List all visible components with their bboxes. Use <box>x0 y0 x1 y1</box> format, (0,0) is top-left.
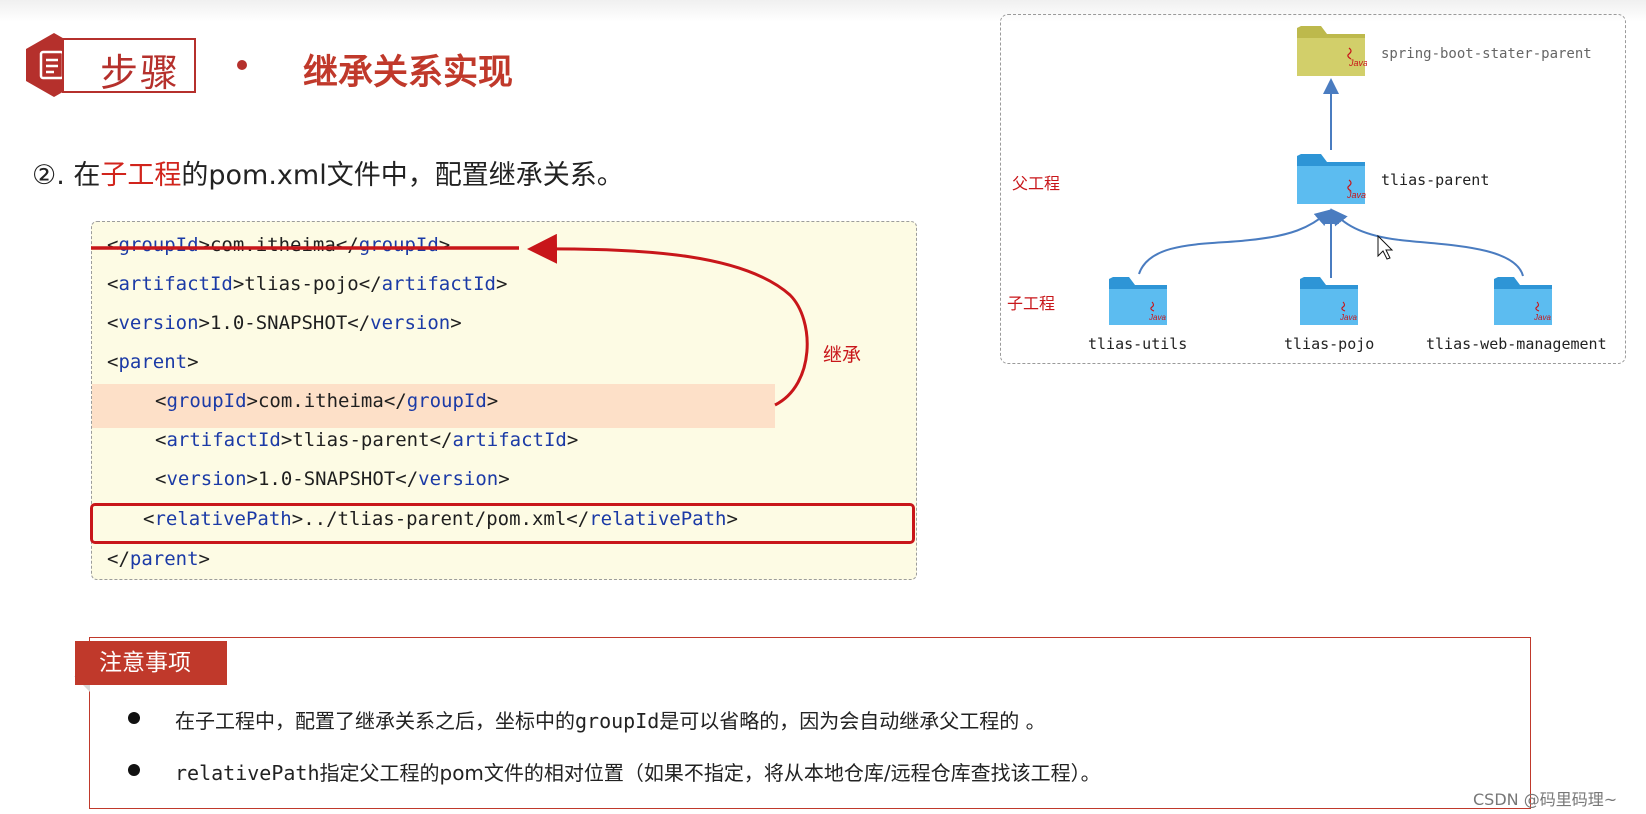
code-line: </parent> <box>107 548 210 570</box>
watermark: CSDN @码里码理~ <box>1473 790 1618 809</box>
note-item-1: 在子工程中，配置了继承关系之后，坐标中的groupId是可以省略的，因为会自动继… <box>175 705 1046 734</box>
child-folder-icon: Java <box>1109 277 1167 325</box>
code-line: <version>1.0-SNAPSHOT</version> <box>107 312 462 334</box>
code-line: <version>1.0-SNAPSHOT</version> <box>155 468 510 490</box>
instruction-suffix: 的pom.xml文件中，配置继承关系。 <box>181 160 624 191</box>
relative-path-highlight-box <box>90 503 915 544</box>
child-project-label: 子工程 <box>1007 294 1056 313</box>
title-bullet <box>237 60 247 70</box>
note-bullet <box>128 764 140 776</box>
step-label: 步骤 <box>100 51 181 95</box>
instruction-highlight: 子工程 <box>100 160 182 191</box>
code-line: <groupId>com.itheima</groupId> <box>107 234 451 256</box>
java-badge: Java <box>1148 313 1166 322</box>
child-node-label-pojo: tlias-pojo <box>1284 335 1375 353</box>
java-badge: Java <box>1339 313 1357 322</box>
notes-title: 注意事项 <box>75 641 227 685</box>
child-folder-icon: Java <box>1494 277 1552 325</box>
java-badge: Java <box>1348 58 1367 68</box>
page-title: 继承关系实现 <box>303 53 514 93</box>
code-line: <parent> <box>107 351 199 373</box>
root-folder-icon: Java <box>1297 26 1367 76</box>
instruction-prefix: ②. 在 <box>32 160 101 191</box>
instruction-text: ②. 在子工程的pom.xml文件中，配置继承关系。 <box>32 153 624 192</box>
child-node-label-web: tlias-web-management <box>1426 335 1607 353</box>
java-badge: Java <box>1533 313 1551 322</box>
note-text: 指定父工程的pom文件的相对位置（如果不指定，将从本地仓库/远程仓库查找该工程）… <box>319 761 1101 785</box>
code-line: <groupId>com.itheima</groupId> <box>155 390 499 412</box>
note-code: groupId <box>575 709 660 733</box>
note-item-2: relativePath指定父工程的pom文件的相对位置（如果不指定，将从本地仓… <box>175 757 1101 786</box>
root-node-label: spring-boot-stater-parent <box>1381 46 1592 62</box>
note-text: 是可以省略的，因为会自动继承父工程的 。 <box>659 709 1046 733</box>
parent-node-label: tlias-parent <box>1381 171 1490 189</box>
code-line: <artifactId>tlias-pojo</artifactId> <box>107 273 508 295</box>
note-bullet <box>128 712 140 724</box>
inherit-label: 继承 <box>823 344 862 366</box>
child-folder-icon: Java <box>1300 277 1358 325</box>
note-text: 在子工程中，配置了继承关系之后，坐标中的 <box>175 709 575 733</box>
child-node-label-utils: tlias-utils <box>1088 335 1188 353</box>
parent-project-label: 父工程 <box>1012 174 1061 193</box>
java-badge: Java <box>1346 190 1366 200</box>
code-line: <artifactId>tlias-parent</artifactId> <box>155 429 579 451</box>
parent-folder-icon: Java <box>1297 154 1366 204</box>
note-code: relativePath <box>175 761 320 785</box>
